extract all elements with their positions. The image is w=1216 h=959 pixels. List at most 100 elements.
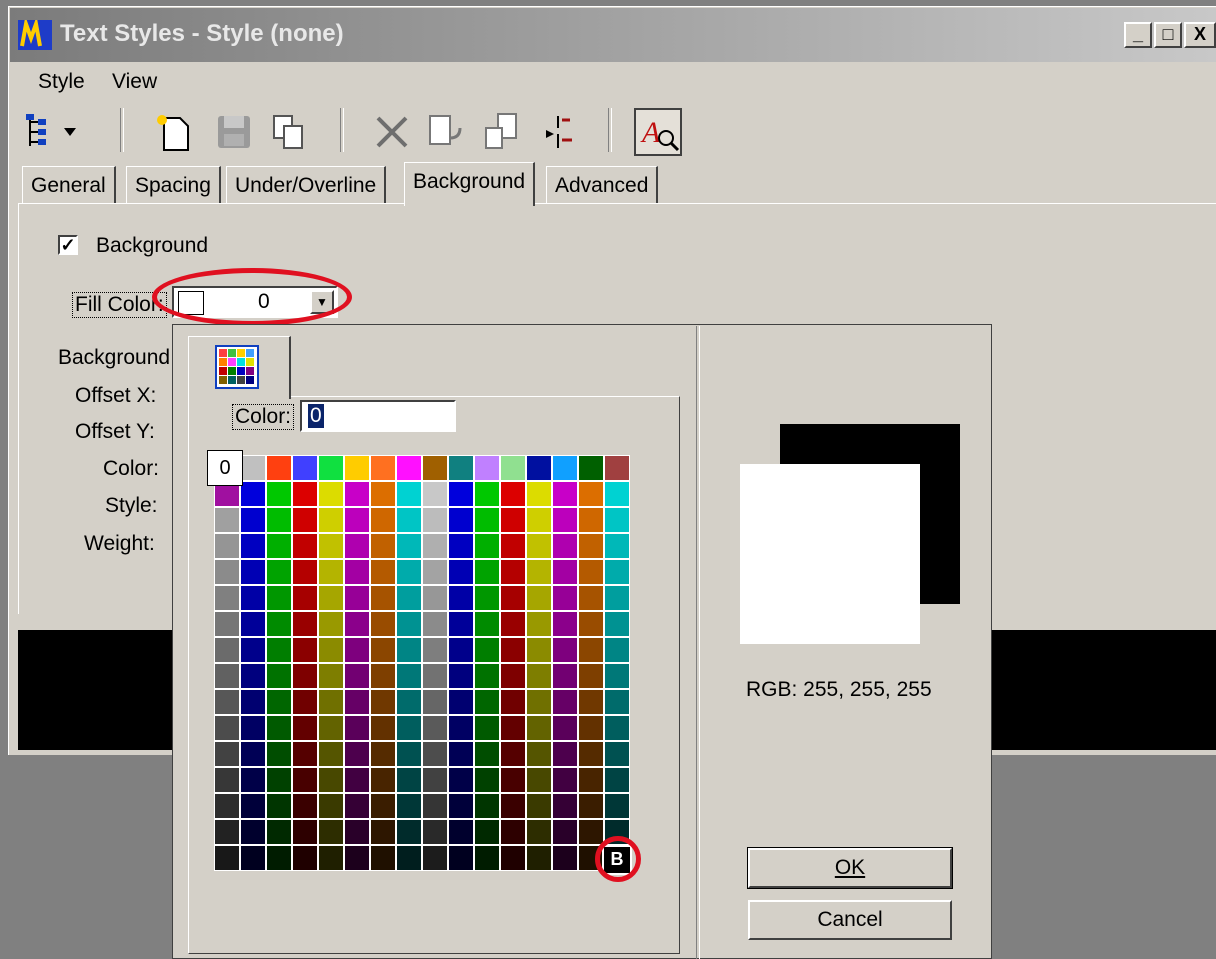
- color-swatch[interactable]: [422, 481, 448, 507]
- color-swatch[interactable]: [370, 689, 396, 715]
- color-swatch[interactable]: [422, 455, 448, 481]
- color-swatch[interactable]: [448, 689, 474, 715]
- color-swatch[interactable]: [292, 455, 318, 481]
- color-swatch[interactable]: [578, 689, 604, 715]
- color-swatch[interactable]: [214, 611, 240, 637]
- color-swatch[interactable]: [266, 689, 292, 715]
- color-swatch[interactable]: [500, 611, 526, 637]
- color-swatch[interactable]: [214, 663, 240, 689]
- color-swatch[interactable]: [422, 663, 448, 689]
- color-swatch[interactable]: [552, 481, 578, 507]
- color-swatch[interactable]: [552, 819, 578, 845]
- color-swatch[interactable]: [318, 767, 344, 793]
- color-swatch[interactable]: [396, 845, 422, 871]
- color-swatch[interactable]: [370, 793, 396, 819]
- color-swatch[interactable]: [396, 767, 422, 793]
- copy-icon[interactable]: [268, 112, 308, 152]
- color-swatch[interactable]: [266, 715, 292, 741]
- color-swatch[interactable]: [240, 689, 266, 715]
- menu-style[interactable]: Style: [38, 70, 85, 94]
- color-swatch[interactable]: [370, 637, 396, 663]
- color-swatch[interactable]: [552, 585, 578, 611]
- color-swatch[interactable]: [292, 767, 318, 793]
- color-swatch[interactable]: [552, 507, 578, 533]
- color-swatch[interactable]: [370, 507, 396, 533]
- color-swatch[interactable]: [292, 689, 318, 715]
- color-swatch[interactable]: [474, 741, 500, 767]
- color-swatch[interactable]: [214, 741, 240, 767]
- color-swatch[interactable]: [422, 819, 448, 845]
- color-swatch[interactable]: [240, 533, 266, 559]
- color-swatch[interactable]: [344, 533, 370, 559]
- tab-under-overline[interactable]: Under/Overline: [226, 166, 387, 204]
- color-swatch[interactable]: [370, 611, 396, 637]
- color-swatch[interactable]: [552, 559, 578, 585]
- color-swatch[interactable]: [474, 455, 500, 481]
- color-swatch[interactable]: [370, 585, 396, 611]
- color-index-input[interactable]: 0: [300, 400, 456, 432]
- color-swatch[interactable]: [500, 585, 526, 611]
- color-swatch[interactable]: [448, 845, 474, 871]
- color-swatch[interactable]: [448, 481, 474, 507]
- color-swatch[interactable]: [344, 559, 370, 585]
- color-swatch[interactable]: [292, 481, 318, 507]
- color-swatch[interactable]: [318, 611, 344, 637]
- color-swatch[interactable]: [474, 507, 500, 533]
- color-swatch[interactable]: [526, 637, 552, 663]
- color-swatch[interactable]: [474, 585, 500, 611]
- color-swatch[interactable]: [370, 559, 396, 585]
- color-swatch[interactable]: [526, 767, 552, 793]
- color-swatch[interactable]: [396, 741, 422, 767]
- color-swatch[interactable]: [448, 663, 474, 689]
- color-swatch[interactable]: [448, 637, 474, 663]
- color-swatch[interactable]: [266, 611, 292, 637]
- color-swatch[interactable]: [500, 845, 526, 871]
- color-swatch[interactable]: [318, 455, 344, 481]
- color-swatch[interactable]: [604, 507, 630, 533]
- color-swatch[interactable]: [500, 741, 526, 767]
- color-swatch[interactable]: [292, 559, 318, 585]
- color-swatch[interactable]: [292, 845, 318, 871]
- color-swatch[interactable]: [526, 585, 552, 611]
- menu-view[interactable]: View: [112, 70, 157, 94]
- color-swatch[interactable]: [370, 533, 396, 559]
- color-swatch[interactable]: [396, 455, 422, 481]
- color-swatch[interactable]: [240, 455, 266, 481]
- color-swatch[interactable]: [448, 715, 474, 741]
- preview-icon[interactable]: A: [634, 108, 682, 156]
- color-swatch[interactable]: [526, 533, 552, 559]
- color-swatch[interactable]: [370, 663, 396, 689]
- color-swatch[interactable]: [318, 663, 344, 689]
- color-swatch[interactable]: [266, 767, 292, 793]
- color-swatch[interactable]: [448, 559, 474, 585]
- color-swatch[interactable]: [552, 741, 578, 767]
- color-swatch[interactable]: [526, 663, 552, 689]
- new-style-icon[interactable]: [154, 112, 194, 152]
- color-swatch[interactable]: [396, 559, 422, 585]
- color-swatch[interactable]: [578, 767, 604, 793]
- color-swatch[interactable]: [266, 663, 292, 689]
- color-swatch[interactable]: [604, 741, 630, 767]
- color-swatch[interactable]: [396, 481, 422, 507]
- color-swatch[interactable]: [318, 689, 344, 715]
- color-swatch[interactable]: [396, 507, 422, 533]
- color-swatch[interactable]: [370, 767, 396, 793]
- color-swatch[interactable]: [318, 741, 344, 767]
- color-swatch[interactable]: [552, 663, 578, 689]
- color-swatch[interactable]: [318, 715, 344, 741]
- color-swatch[interactable]: [604, 715, 630, 741]
- color-swatch[interactable]: [240, 481, 266, 507]
- save-icon[interactable]: [214, 112, 254, 152]
- color-swatch[interactable]: [344, 637, 370, 663]
- color-swatch[interactable]: [552, 715, 578, 741]
- color-swatch[interactable]: [396, 715, 422, 741]
- color-swatch[interactable]: [240, 767, 266, 793]
- color-swatch[interactable]: [526, 741, 552, 767]
- color-swatch[interactable]: [266, 637, 292, 663]
- maximize-button[interactable]: □: [1154, 22, 1182, 48]
- color-swatch[interactable]: [214, 637, 240, 663]
- color-swatch[interactable]: [266, 793, 292, 819]
- color-swatch[interactable]: [266, 585, 292, 611]
- color-swatch[interactable]: [214, 533, 240, 559]
- color-swatch[interactable]: [318, 481, 344, 507]
